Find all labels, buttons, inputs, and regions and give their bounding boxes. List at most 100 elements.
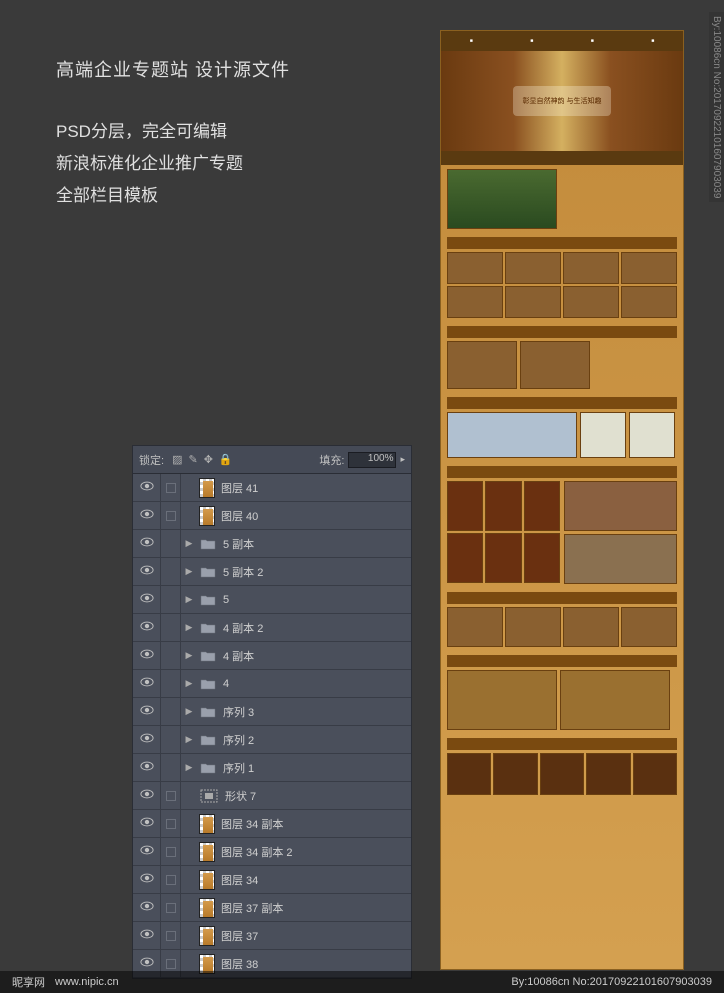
lock-all-icon[interactable]: 🔒 bbox=[219, 453, 233, 466]
visibility-toggle[interactable] bbox=[133, 894, 161, 921]
link-col[interactable] bbox=[161, 670, 181, 697]
lock-transparency-icon[interactable]: ▨ bbox=[172, 453, 182, 466]
layer-name[interactable]: 5 bbox=[223, 594, 411, 606]
chevron-right-icon[interactable]: ▸ bbox=[400, 454, 405, 465]
visibility-toggle[interactable] bbox=[133, 474, 161, 501]
link-col[interactable] bbox=[161, 922, 181, 949]
layer-name[interactable]: 图层 40 bbox=[221, 508, 411, 524]
expand-arrow[interactable]: ▶ bbox=[181, 762, 197, 773]
visibility-toggle[interactable] bbox=[133, 698, 161, 725]
visibility-toggle[interactable] bbox=[133, 810, 161, 837]
layer-thumbnail[interactable] bbox=[199, 478, 215, 498]
expand-arrow[interactable]: ▶ bbox=[181, 706, 197, 717]
visibility-toggle[interactable] bbox=[133, 670, 161, 697]
visibility-toggle[interactable] bbox=[133, 586, 161, 613]
link-col[interactable] bbox=[161, 558, 181, 585]
preview-thumb bbox=[621, 607, 677, 647]
link-col[interactable] bbox=[161, 866, 181, 893]
lock-brush-icon[interactable]: ✎ bbox=[188, 453, 197, 466]
layer-name[interactable]: 图层 34 bbox=[221, 872, 411, 888]
layer-name[interactable]: 形状 7 bbox=[225, 788, 411, 804]
eye-icon bbox=[140, 873, 154, 886]
visibility-toggle[interactable] bbox=[133, 838, 161, 865]
preview-image bbox=[629, 412, 675, 458]
eye-icon bbox=[140, 817, 154, 830]
visibility-toggle[interactable] bbox=[133, 530, 161, 557]
visibility-toggle[interactable] bbox=[133, 922, 161, 949]
layer-name[interactable]: 5 副本 2 bbox=[223, 564, 411, 580]
layer-name[interactable]: 图层 41 bbox=[221, 480, 411, 496]
layer-name[interactable]: 图层 37 bbox=[221, 928, 411, 944]
layer-name[interactable]: 4 bbox=[223, 678, 411, 690]
layer-row[interactable]: 图层 37 副本 bbox=[133, 894, 411, 922]
visibility-toggle[interactable] bbox=[133, 502, 161, 529]
expand-arrow[interactable]: ▶ bbox=[181, 678, 197, 689]
eye-icon bbox=[140, 537, 154, 550]
link-col[interactable] bbox=[161, 502, 181, 529]
layer-row[interactable]: ▶ 4 副本 2 bbox=[133, 614, 411, 642]
layer-name[interactable]: 图层 34 副本 bbox=[221, 816, 411, 832]
layer-row[interactable]: ▶ 5 副本 2 bbox=[133, 558, 411, 586]
layer-thumbnail[interactable] bbox=[199, 898, 215, 918]
lock-icons[interactable]: ▨ ✎ ✥ 🔒 bbox=[172, 453, 233, 466]
preview-topbar: ■■■■ bbox=[441, 31, 683, 51]
expand-arrow[interactable]: ▶ bbox=[181, 734, 197, 745]
layer-row[interactable]: ▶ 5 副本 bbox=[133, 530, 411, 558]
layer-name[interactable]: 图层 34 副本 2 bbox=[221, 844, 411, 860]
link-col[interactable] bbox=[161, 838, 181, 865]
layer-row[interactable]: 图层 34 副本 2 bbox=[133, 838, 411, 866]
layer-name[interactable]: 图层 37 副本 bbox=[221, 900, 411, 916]
fill-input[interactable]: 100% bbox=[348, 452, 396, 468]
link-col[interactable] bbox=[161, 894, 181, 921]
visibility-toggle[interactable] bbox=[133, 614, 161, 641]
layer-thumbnail[interactable] bbox=[199, 842, 215, 862]
link-col[interactable] bbox=[161, 614, 181, 641]
lock-position-icon[interactable]: ✥ bbox=[204, 453, 213, 466]
empty-box-icon bbox=[166, 847, 176, 857]
link-col[interactable] bbox=[161, 586, 181, 613]
layer-row[interactable]: ▶ 序列 3 bbox=[133, 698, 411, 726]
link-col[interactable] bbox=[161, 754, 181, 781]
layer-name[interactable]: 4 副本 2 bbox=[223, 620, 411, 636]
layer-row[interactable]: 形状 7 bbox=[133, 782, 411, 810]
layer-name[interactable]: 序列 3 bbox=[223, 704, 411, 720]
expand-arrow[interactable]: ▶ bbox=[181, 622, 197, 633]
visibility-toggle[interactable] bbox=[133, 754, 161, 781]
layer-row[interactable]: 图层 34 bbox=[133, 866, 411, 894]
layer-row[interactable]: 图层 37 bbox=[133, 922, 411, 950]
link-col[interactable] bbox=[161, 810, 181, 837]
layer-thumbnail[interactable] bbox=[199, 926, 215, 946]
layer-row[interactable]: 图层 40 bbox=[133, 502, 411, 530]
expand-arrow[interactable]: ▶ bbox=[181, 566, 197, 577]
visibility-toggle[interactable] bbox=[133, 558, 161, 585]
layer-name[interactable]: 5 副本 bbox=[223, 536, 411, 552]
visibility-toggle[interactable] bbox=[133, 782, 161, 809]
layer-name[interactable]: 序列 1 bbox=[223, 760, 411, 776]
layer-row[interactable]: 图层 41 bbox=[133, 474, 411, 502]
layer-name[interactable]: 4 副本 bbox=[223, 648, 411, 664]
layer-row[interactable]: ▶ 序列 2 bbox=[133, 726, 411, 754]
layer-name[interactable]: 序列 2 bbox=[223, 732, 411, 748]
layer-thumbnail[interactable] bbox=[199, 506, 215, 526]
layer-row[interactable]: ▶4 bbox=[133, 670, 411, 698]
visibility-toggle[interactable] bbox=[133, 866, 161, 893]
layer-row[interactable]: 图层 34 副本 bbox=[133, 810, 411, 838]
link-col[interactable] bbox=[161, 726, 181, 753]
link-col[interactable] bbox=[161, 474, 181, 501]
expand-arrow[interactable]: ▶ bbox=[181, 538, 197, 549]
layer-row[interactable]: ▶5 bbox=[133, 586, 411, 614]
layer-thumbnail[interactable] bbox=[199, 870, 215, 890]
link-col[interactable] bbox=[161, 698, 181, 725]
section-title bbox=[447, 326, 677, 338]
layer-thumbnail[interactable] bbox=[199, 814, 215, 834]
layer-row[interactable]: ▶ 4 副本 bbox=[133, 642, 411, 670]
link-col[interactable] bbox=[161, 642, 181, 669]
link-col[interactable] bbox=[161, 782, 181, 809]
link-col[interactable] bbox=[161, 530, 181, 557]
visibility-toggle[interactable] bbox=[133, 642, 161, 669]
layer-name[interactable]: 图层 38 bbox=[221, 956, 411, 972]
expand-arrow[interactable]: ▶ bbox=[181, 650, 197, 661]
visibility-toggle[interactable] bbox=[133, 726, 161, 753]
expand-arrow[interactable]: ▶ bbox=[181, 594, 197, 605]
layer-row[interactable]: ▶ 序列 1 bbox=[133, 754, 411, 782]
